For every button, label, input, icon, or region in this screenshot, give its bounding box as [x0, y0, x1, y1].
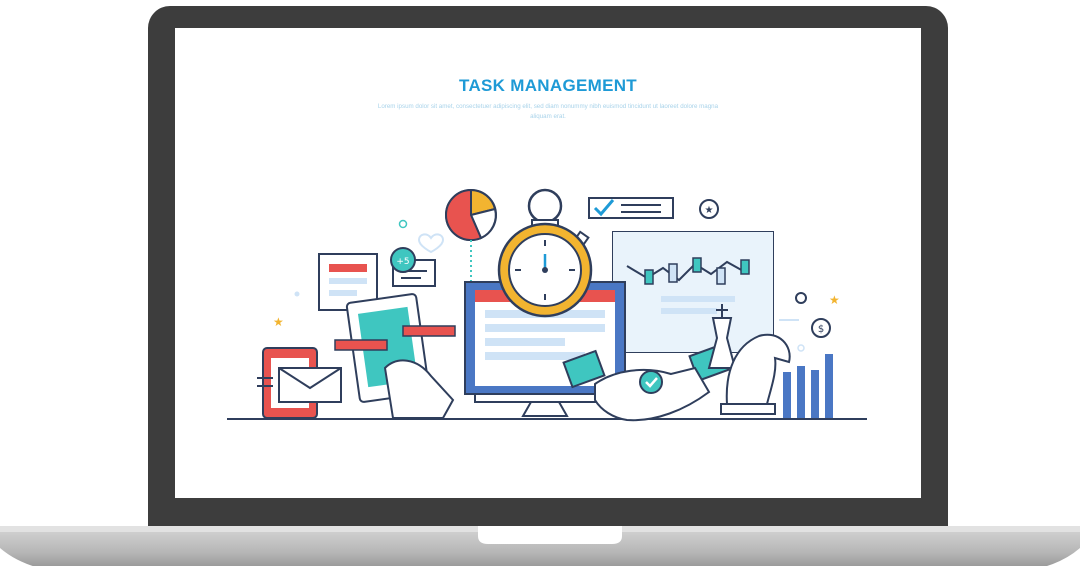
heart-icon [417, 233, 445, 254]
badge-text: +5 [396, 257, 409, 267]
dollar-coin-icon: $ [811, 318, 831, 338]
laptop-icon: TASK MANAGEMENT Lorem ipsum dolor sit am… [0, 0, 1080, 574]
dot-icon [398, 219, 408, 229]
star-icon: ★ [273, 315, 284, 329]
laptop-notch [478, 526, 622, 544]
star-icon: ★ [829, 293, 840, 307]
svg-text:★: ★ [705, 205, 714, 216]
dot-icon [797, 344, 805, 352]
task-management-illustration: ★ +5 $ ★ ★ [227, 188, 867, 422]
stock-chart-icon [612, 231, 774, 353]
coin-symbol: $ [818, 324, 824, 335]
chat-bubble-icon: +5 [390, 247, 436, 287]
star-icon: ★ [699, 199, 719, 219]
bar-chart-icon [783, 354, 833, 418]
stopwatch-icon [497, 188, 593, 318]
checklist-icon [588, 197, 674, 219]
laptop-screen: TASK MANAGEMENT Lorem ipsum dolor sit am… [175, 28, 921, 498]
tablet-icon [334, 293, 456, 419]
dot-icon [795, 292, 807, 304]
dot-icon [294, 291, 300, 297]
